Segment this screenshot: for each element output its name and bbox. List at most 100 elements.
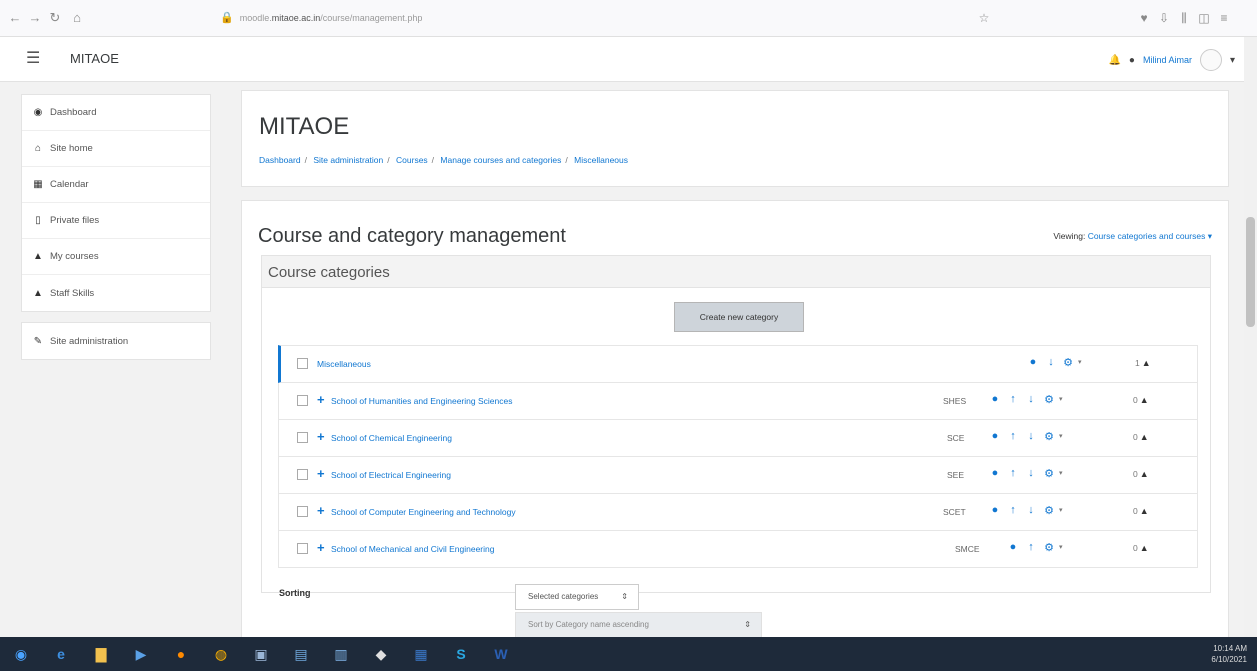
- category-name[interactable]: School of Humanities and Engineering Sci…: [331, 396, 512, 406]
- pocket-icon[interactable]: ♥: [1135, 9, 1153, 27]
- breadcrumb-manage-courses[interactable]: Manage courses and categories: [440, 155, 561, 165]
- arrow-up-icon[interactable]: ↑: [1007, 430, 1019, 442]
- category-name[interactable]: School of Mechanical and Civil Engineeri…: [331, 544, 494, 554]
- sort-scope-select[interactable]: Selected categories ⇕: [515, 584, 639, 610]
- breadcrumb-dashboard[interactable]: Dashboard: [259, 155, 301, 165]
- sort-order-select[interactable]: Sort by Category name ascending ⇕: [515, 612, 762, 638]
- expand-plus-icon[interactable]: +: [317, 540, 325, 555]
- eye-icon[interactable]: ●: [1027, 356, 1039, 368]
- expand-plus-icon[interactable]: +: [317, 392, 325, 407]
- category-checkbox[interactable]: [297, 395, 308, 406]
- site-brand[interactable]: MITAOE: [70, 51, 119, 66]
- bookmark-star-icon[interactable]: ☆: [975, 9, 993, 27]
- sidebar-item-site-administration[interactable]: ✎ Site administration: [22, 323, 210, 359]
- network-app-icon[interactable]: ▤: [288, 642, 314, 666]
- app-icon[interactable]: ▥: [328, 642, 354, 666]
- arrow-down-icon[interactable]: ↓: [1025, 467, 1037, 479]
- arrow-up-icon[interactable]: ↑: [1007, 393, 1019, 405]
- home-browser-icon[interactable]: ⌂: [68, 9, 86, 27]
- gear-icon[interactable]: ⚙: [1043, 504, 1055, 517]
- user-name[interactable]: Milind Aimar: [1143, 55, 1192, 65]
- eye-icon[interactable]: ●: [989, 504, 1001, 516]
- caret-down-icon[interactable]: ▾: [1059, 506, 1063, 514]
- caret-down-icon[interactable]: ▾: [1208, 231, 1212, 241]
- arrow-up-icon[interactable]: ↑: [1007, 467, 1019, 479]
- expand-plus-icon[interactable]: +: [317, 466, 325, 481]
- breadcrumb-courses[interactable]: Courses: [396, 155, 428, 165]
- category-checkbox[interactable]: [297, 543, 308, 554]
- arrow-down-icon[interactable]: ↓: [1025, 504, 1037, 516]
- download-icon[interactable]: ⇩: [1155, 9, 1173, 27]
- library-icon[interactable]: ⫼: [1175, 9, 1193, 27]
- arrow-down-icon[interactable]: ↓: [1025, 430, 1037, 442]
- eye-icon[interactable]: ●: [989, 430, 1001, 442]
- bell-icon[interactable]: 🔔: [1108, 55, 1120, 66]
- gear-icon[interactable]: ⚙: [1043, 467, 1055, 480]
- breadcrumb-miscellaneous[interactable]: Miscellaneous: [574, 155, 628, 165]
- arrow-down-icon[interactable]: ↓: [1045, 356, 1057, 368]
- chat-icon[interactable]: ●: [1129, 55, 1135, 66]
- chevron-down-icon[interactable]: ▾: [1230, 55, 1235, 66]
- hamburger-icon[interactable]: ☰: [26, 49, 46, 69]
- category-name[interactable]: School of Chemical Engineering: [331, 433, 452, 443]
- scrollbar-thumb[interactable]: [1246, 217, 1255, 327]
- chrome-icon[interactable]: ◍: [208, 642, 234, 666]
- app-icon[interactable]: ◆: [368, 642, 394, 666]
- category-name[interactable]: School of Computer Engineering and Techn…: [331, 507, 516, 517]
- media-player-icon[interactable]: ▶: [128, 642, 154, 666]
- reload-icon[interactable]: ↻: [46, 9, 64, 27]
- file-explorer-icon[interactable]: ▇: [88, 642, 114, 666]
- caret-down-icon[interactable]: ▾: [1059, 543, 1063, 551]
- breadcrumb-site-administration[interactable]: Site administration: [313, 155, 383, 165]
- forward-icon[interactable]: →: [26, 9, 44, 27]
- arrow-up-icon[interactable]: ↑: [1007, 504, 1019, 516]
- outlook-icon[interactable]: ▦: [408, 642, 434, 666]
- caret-down-icon[interactable]: ▾: [1059, 395, 1063, 403]
- firefox-icon[interactable]: ●: [168, 642, 194, 666]
- sidebar-item-private-files[interactable]: ▯ Private files: [22, 203, 210, 239]
- user-menu[interactable]: 🔔 ● Milind Aimar ▾: [1108, 48, 1235, 72]
- gear-icon[interactable]: ⚙: [1062, 356, 1074, 369]
- avatar[interactable]: [1199, 49, 1222, 71]
- caret-down-icon[interactable]: ▾: [1078, 358, 1082, 366]
- arrow-up-icon[interactable]: ↑: [1025, 541, 1037, 553]
- category-checkbox[interactable]: [297, 469, 308, 480]
- viewing-selector[interactable]: Viewing: Course categories and courses ▾: [1053, 231, 1212, 242]
- app-icon[interactable]: ▣: [248, 642, 274, 666]
- sidebar-item-dashboard[interactable]: ◉ Dashboard: [22, 95, 210, 131]
- word-icon[interactable]: W: [488, 642, 514, 666]
- eye-icon[interactable]: ●: [989, 467, 1001, 479]
- caret-down-icon[interactable]: ▾: [1059, 432, 1063, 440]
- skype-icon[interactable]: S: [448, 642, 474, 666]
- category-row[interactable]: + School of Chemical Engineering SCE ● ↑…: [278, 420, 1198, 457]
- expand-plus-icon[interactable]: +: [317, 429, 325, 444]
- sidebar-toggle-icon[interactable]: ◫: [1195, 9, 1213, 27]
- category-row[interactable]: Miscellaneous ● ↓ ⚙ ▾ 1 ▲: [278, 345, 1198, 383]
- category-row[interactable]: + School of Mechanical and Civil Enginee…: [278, 531, 1198, 568]
- eye-icon[interactable]: ●: [989, 393, 1001, 405]
- category-checkbox[interactable]: [297, 506, 308, 517]
- create-category-button[interactable]: Create new category: [674, 302, 804, 332]
- viewing-value[interactable]: Course categories and courses: [1088, 231, 1206, 241]
- system-tray[interactable]: 10:14 AM 6/10/2021: [1211, 643, 1247, 665]
- page-scrollbar[interactable]: [1244, 37, 1257, 637]
- category-row[interactable]: + School of Computer Engineering and Tec…: [278, 494, 1198, 531]
- sidebar-item-site-home[interactable]: ⌂ Site home: [22, 131, 210, 167]
- eye-icon[interactable]: ●: [1007, 541, 1019, 553]
- internet-explorer-icon[interactable]: e: [48, 642, 74, 666]
- sidebar-item-staff-skills[interactable]: ▲ Staff Skills: [22, 275, 210, 311]
- sidebar-item-calendar[interactable]: ▦ Calendar: [22, 167, 210, 203]
- menu-icon[interactable]: ≡: [1215, 9, 1233, 27]
- category-row[interactable]: + School of Humanities and Engineering S…: [278, 383, 1198, 420]
- gear-icon[interactable]: ⚙: [1043, 541, 1055, 554]
- category-row[interactable]: + School of Electrical Engineering SEE ●…: [278, 457, 1198, 494]
- category-name[interactable]: School of Electrical Engineering: [331, 470, 451, 480]
- windows-start-icon[interactable]: ◉: [8, 642, 34, 666]
- gear-icon[interactable]: ⚙: [1043, 430, 1055, 443]
- sidebar-item-my-courses[interactable]: ▲ My courses: [22, 239, 210, 275]
- address-bar[interactable]: 🔒 moodle.mitaoe.ac.in/course/management.p…: [220, 6, 730, 30]
- back-icon[interactable]: ←: [6, 9, 24, 27]
- gear-icon[interactable]: ⚙: [1043, 393, 1055, 406]
- category-name[interactable]: Miscellaneous: [317, 359, 371, 369]
- expand-plus-icon[interactable]: +: [317, 503, 325, 518]
